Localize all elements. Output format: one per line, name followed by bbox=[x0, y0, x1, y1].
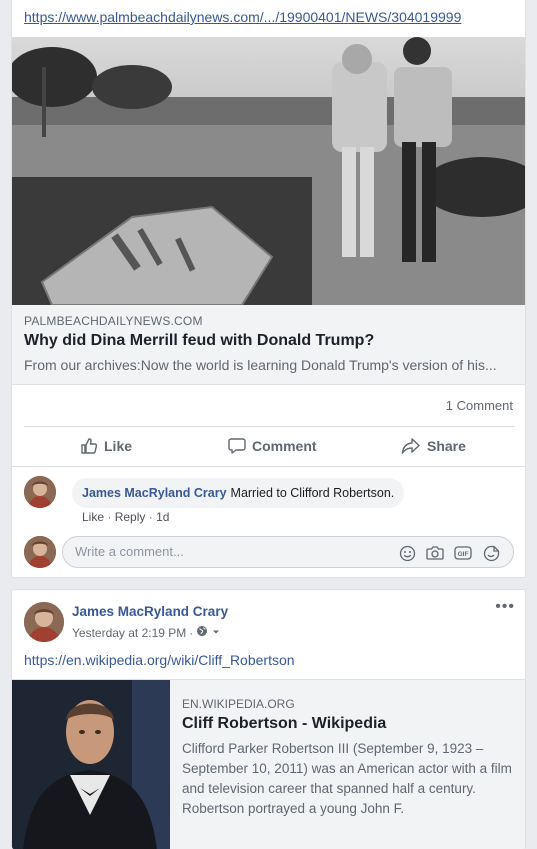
post-card: James MacRyland Crary Yesterday at 2:19 … bbox=[11, 589, 526, 849]
link-preview-meta[interactable]: PALMBEACHDAILYNEWS.COM Why did Dina Merr… bbox=[12, 305, 525, 385]
comment-composer: GIF bbox=[62, 536, 514, 568]
comment-reply-link[interactable]: Reply bbox=[115, 510, 146, 524]
separator: · bbox=[148, 510, 153, 524]
preview-domain: PALMBEACHDAILYNEWS.COM bbox=[24, 314, 203, 328]
globe-icon[interactable] bbox=[196, 625, 208, 640]
divider bbox=[24, 426, 515, 427]
separator: · bbox=[189, 625, 194, 640]
post-link[interactable]: https://en.wikipedia.org/wiki/Cliff_Robe… bbox=[24, 652, 295, 668]
link-preview-image bbox=[12, 680, 170, 849]
preview-domain: EN.WIKIPEDIA.ORG bbox=[182, 697, 295, 711]
share-button[interactable]: Share bbox=[401, 432, 466, 460]
comment-bubble: James MacRyland Crary Married to Cliffor… bbox=[72, 478, 405, 508]
post-link[interactable]: https://www.palmbeachdailynews.com/.../1… bbox=[24, 9, 461, 25]
post-timestamp[interactable]: Yesterday at 2:19 PM bbox=[72, 626, 186, 640]
gif-icon[interactable]: GIF bbox=[453, 543, 473, 563]
preview-description: From our archives:Now the world is learn… bbox=[24, 357, 497, 373]
post-card: https://www.palmbeachdailynews.com/.../1… bbox=[11, 0, 526, 578]
comment-count[interactable]: 1 Comment bbox=[446, 398, 513, 413]
camera-icon[interactable] bbox=[425, 543, 445, 563]
preview-description: Clifford Parker Robertson III (September… bbox=[182, 741, 512, 816]
more-icon[interactable]: ••• bbox=[495, 598, 515, 616]
preview-title[interactable]: Cliff Robertson - Wikipedia bbox=[182, 715, 386, 733]
post-timestamp-row: Yesterday at 2:19 PM · bbox=[72, 625, 221, 640]
preview-title[interactable]: Why did Dina Merrill feud with Donald Tr… bbox=[24, 332, 374, 350]
comment-timestamp[interactable]: 1d bbox=[156, 510, 169, 524]
portrait-photo bbox=[12, 680, 170, 849]
separator: · bbox=[107, 510, 112, 524]
divider bbox=[12, 466, 525, 467]
link-preview[interactable]: EN.WIKIPEDIA.ORG Cliff Robertson - Wikip… bbox=[12, 679, 525, 849]
chevron-down-icon[interactable] bbox=[211, 626, 221, 640]
share-icon bbox=[401, 437, 421, 455]
comment-author[interactable]: James MacRyland Crary bbox=[82, 486, 227, 500]
svg-text:GIF: GIF bbox=[458, 551, 469, 558]
avatar bbox=[24, 536, 56, 568]
link-preview-image[interactable] bbox=[12, 37, 525, 305]
post-author[interactable]: James MacRyland Crary bbox=[72, 604, 228, 619]
like-button[interactable]: Like bbox=[80, 432, 132, 460]
avatar[interactable] bbox=[24, 476, 56, 508]
comment-text: Married to Clifford Robertson. bbox=[230, 486, 395, 500]
comment-input[interactable] bbox=[75, 544, 385, 559]
comment-label: Comment bbox=[252, 438, 317, 454]
share-label: Share bbox=[427, 438, 466, 454]
avatar[interactable] bbox=[24, 602, 64, 642]
comment-like-link[interactable]: Like bbox=[82, 510, 104, 524]
comment-actions: Like · Reply · 1d bbox=[82, 510, 169, 524]
like-label: Like bbox=[104, 438, 133, 454]
archive-photo bbox=[12, 37, 525, 305]
sticker-icon[interactable] bbox=[481, 543, 501, 563]
comment-button[interactable]: Comment bbox=[228, 432, 317, 460]
smiley-icon[interactable] bbox=[397, 543, 417, 563]
thumbs-up-icon bbox=[80, 437, 98, 455]
comment-icon bbox=[228, 437, 246, 455]
